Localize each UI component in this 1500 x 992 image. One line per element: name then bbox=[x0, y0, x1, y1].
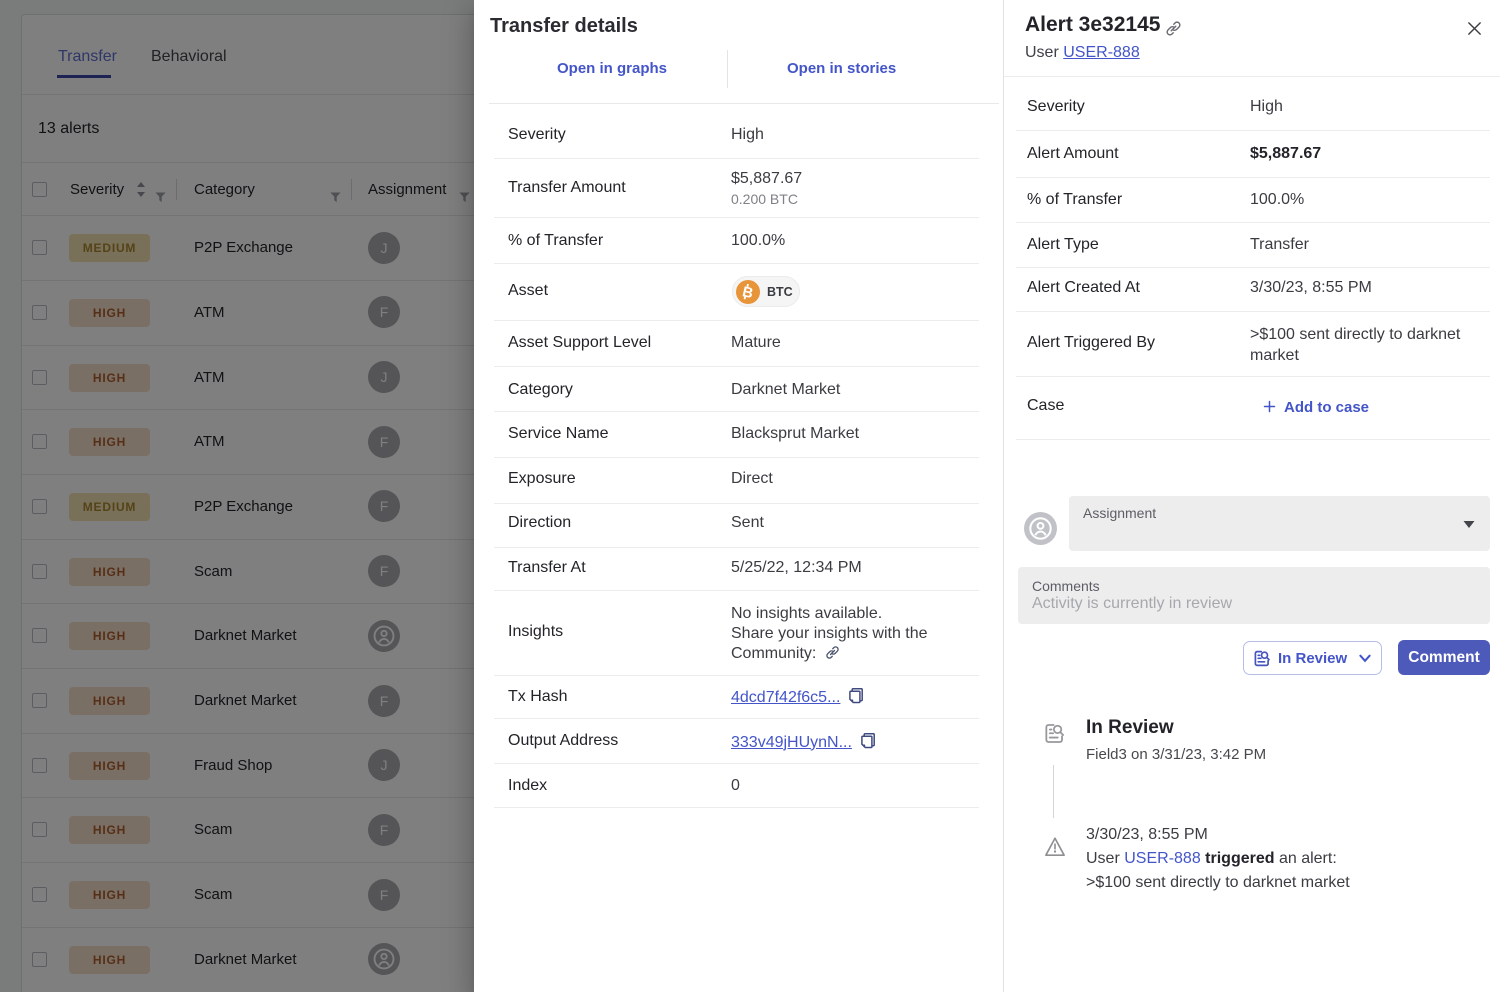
svg-text:B: B bbox=[741, 284, 755, 302]
